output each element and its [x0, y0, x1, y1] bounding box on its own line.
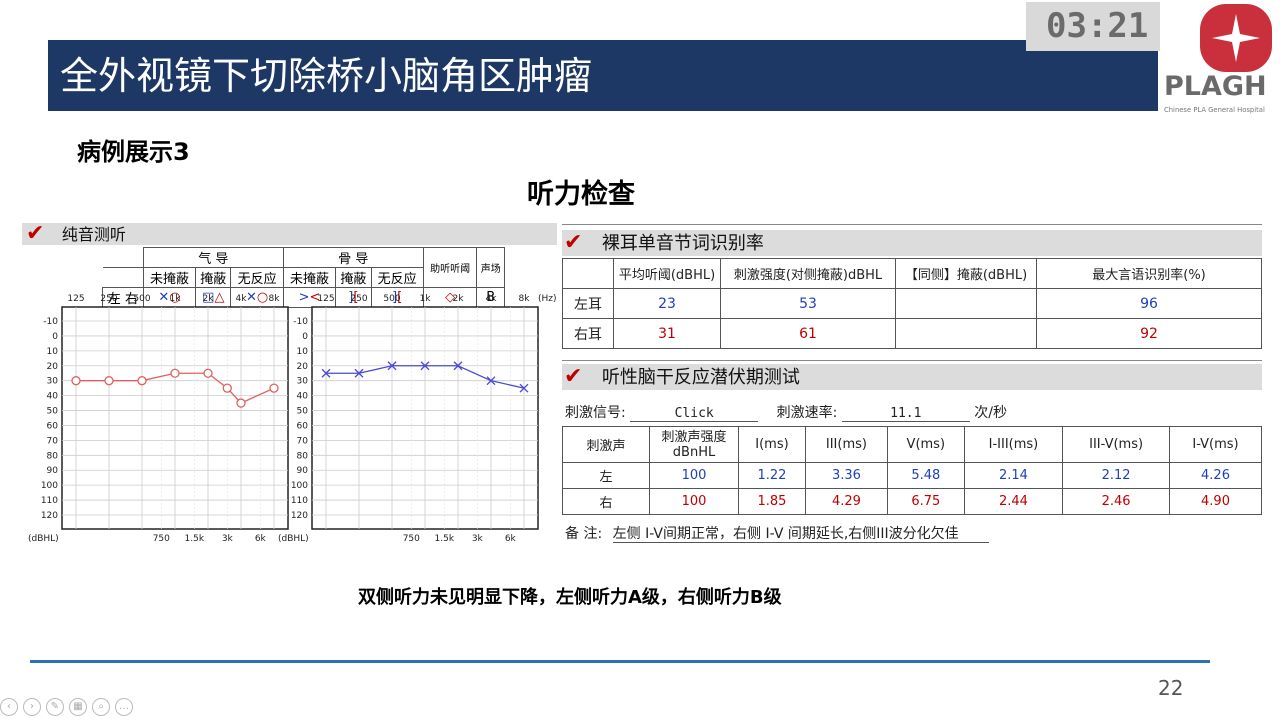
data-point [236, 398, 246, 408]
x-subtick-label: 1.5k [185, 534, 205, 544]
speech-top-rule [562, 224, 1262, 225]
hz-unit-label: (Hz) [538, 294, 557, 304]
data-point [269, 383, 279, 393]
data-point [222, 383, 232, 393]
case-label: 病例展示3 [77, 138, 190, 166]
x-subtick-label: 750 [153, 534, 170, 544]
y-tick-label: 90 [297, 466, 309, 476]
y-tick-label: 20 [47, 362, 59, 372]
table-row: 右 100 1.85 4.29 6.75 2.44 2.46 4.90 [562, 488, 1262, 515]
table-row: 左耳 23 53 96 [562, 288, 1262, 319]
check-icon: ✔ [564, 230, 583, 255]
bottom-rule [30, 660, 1210, 663]
y-tick-label: 80 [297, 451, 309, 461]
x-subtick-label: 3k [472, 534, 484, 544]
y-tick-label: 100 [291, 481, 308, 491]
y-tick-label: 40 [47, 392, 59, 402]
y-tick-label: 20 [297, 362, 309, 372]
x-tick-label: 125 [317, 294, 334, 304]
more-icon[interactable]: … [115, 698, 133, 716]
y-tick-label: 110 [291, 496, 308, 506]
x-subtick-label: 6k [255, 534, 267, 544]
data-point [104, 376, 114, 386]
y-tick-label: 30 [297, 377, 309, 387]
y-tick-label: 70 [297, 436, 309, 446]
y-tick-label: 0 [302, 332, 308, 342]
speech-table: 平均听阈(dBHL) 刺激强度(对侧掩蔽)dBHL 【同侧】掩蔽(dBHL) 最… [562, 258, 1262, 349]
x-tick-label: 125 [67, 294, 84, 304]
page-number: 22 [1158, 676, 1184, 700]
abr-top-rule [562, 360, 1262, 361]
speech-header: ✔ 裸耳单音节词识别率 [562, 230, 1262, 256]
summary-text: 双侧听力未见明显下降，左侧听力A级，右侧听力B级 [358, 587, 782, 608]
y-tick-label: 10 [47, 347, 59, 357]
check-icon: ✔ [26, 221, 45, 246]
y-tick-label: -10 [293, 317, 308, 327]
x-tick-label: 500 [133, 294, 150, 304]
y-tick-label: 60 [297, 421, 309, 431]
data-point [137, 376, 147, 386]
hospital-logo: PLAGH Chinese PLA General Hospital [1160, 0, 1278, 120]
abr-table: 刺激声 刺激声强度 dBnHL I(ms) III(ms) V(ms) I-II… [562, 426, 1262, 515]
table-row: 右耳 31 61 92 [562, 318, 1262, 349]
y-unit-label: (dBHL) [278, 534, 309, 544]
y-tick-label: 30 [47, 377, 59, 387]
x-tick-label: 2k [203, 294, 215, 304]
y-tick-label: 100 [41, 481, 58, 491]
pure-tone-header: ✔ 纯音测听 [22, 223, 557, 245]
x-subtick-label: 3k [222, 534, 234, 544]
x-tick-label: 250 [100, 294, 117, 304]
x-subtick-label: 1.5k [435, 534, 455, 544]
x-tick-label: 4k [486, 294, 498, 304]
y-tick-label: 60 [47, 421, 59, 431]
abr-header: ✔ 听性脑干反应潜伏期测试 [562, 364, 1262, 390]
y-tick-label: 0 [52, 332, 58, 342]
y-tick-label: 120 [291, 511, 308, 521]
pen-icon[interactable]: ✎ [46, 698, 64, 716]
x-tick-label: 1k [420, 294, 432, 304]
section-title: 听力检查 [527, 179, 635, 210]
abr-note: 备 注: 左侧 I-V间期正常，右侧 I-V 间期延长,右侧III波分化欠佳 [565, 523, 989, 543]
x-subtick-label: 6k [505, 534, 517, 544]
y-tick-label: 80 [47, 451, 59, 461]
y-tick-label: 70 [47, 436, 59, 446]
check-icon: ✔ [564, 364, 583, 389]
y-tick-label: 50 [297, 407, 309, 417]
data-point [170, 368, 180, 378]
audiogram-svg: -100102030405060708090100110120125 250 500… [28, 294, 557, 544]
y-tick-label: -10 [43, 317, 58, 327]
x-tick-label: 1k [170, 294, 182, 304]
table-row: 左 100 1.22 3.36 5.48 2.14 2.12 4.26 [562, 462, 1262, 489]
x-tick-label: 500 [383, 294, 400, 304]
next-slide-icon[interactable]: › [23, 698, 41, 716]
data-point [71, 376, 81, 386]
y-tick-label: 40 [297, 392, 309, 402]
zoom-icon[interactable]: ⌕ [92, 698, 110, 716]
x-subtick-label: 750 [403, 534, 420, 544]
svg-text:Chinese PLA General Hospital: Chinese PLA General Hospital [1164, 106, 1265, 114]
slides-icon[interactable]: ▦ [69, 698, 87, 716]
x-tick-label: 8k [519, 294, 531, 304]
prev-slide-icon[interactable]: ‹ [0, 698, 18, 716]
x-tick-label: 8k [269, 294, 281, 304]
svg-text:PLAGH: PLAGH [1164, 71, 1267, 102]
y-tick-label: 110 [41, 496, 58, 506]
slideshow-toolbar: ‹ › ✎ ▦ ⌕ … [0, 694, 160, 716]
y-tick-label: 10 [297, 347, 309, 357]
abr-params: 刺激信号: Click 刺激速率: 11.1 次/秒 [565, 405, 1007, 422]
y-tick-label: 120 [41, 511, 58, 521]
y-tick-label: 90 [47, 466, 59, 476]
data-point [203, 368, 213, 378]
x-tick-label: 4k [236, 294, 248, 304]
x-tick-label: 2k [453, 294, 465, 304]
x-tick-label: 250 [350, 294, 367, 304]
slide-title: 全外视镜下切除桥小脑角区肿瘤 [60, 54, 593, 98]
y-unit-label: (dBHL) [28, 534, 59, 544]
y-tick-label: 50 [47, 407, 59, 417]
